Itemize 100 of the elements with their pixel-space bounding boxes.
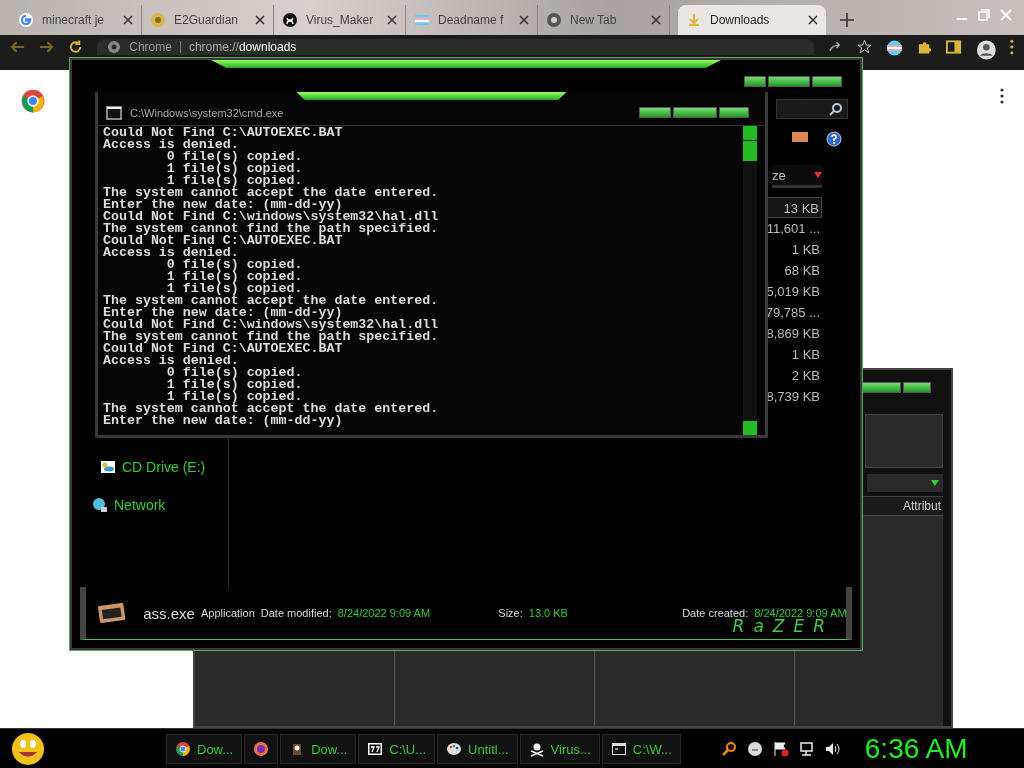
size-cell-text: 2 KB [790, 367, 821, 385]
folder-icon[interactable] [792, 131, 808, 143]
console-line: 1 file(s) copied. [166, 175, 303, 187]
size-cell-text: 8,869 KB [765, 325, 821, 343]
nav-label: Network [114, 497, 166, 513]
console-line: 1 file(s) copied. [165, 163, 304, 175]
console-line: Could Not Find C:\windows\system32\hal.dll [103, 319, 440, 331]
window-controls[interactable] [744, 76, 842, 87]
download-icon [686, 12, 702, 28]
clock[interactable]: 6:36 AM [864, 733, 968, 765]
search-field[interactable] [776, 99, 848, 119]
palette-icon [446, 741, 463, 757]
nav-label: CD Drive (E:) [122, 459, 206, 475]
console-line: Could Not Find C:\AUTOEXEC.BAT [103, 235, 343, 247]
console-line: Access is denied. [103, 247, 240, 259]
close-icon[interactable] [123, 15, 133, 25]
console-line: The system cannot accept the date entered. [103, 403, 440, 415]
taskbar-button[interactable]: C:\U... [358, 734, 436, 764]
field-label: Date created: [682, 607, 749, 619]
help-icon[interactable] [826, 131, 842, 147]
taskbar-button[interactable]: Untitl... [437, 734, 518, 764]
console-line: 1 file(s) copied. [165, 271, 304, 283]
google-g-icon [18, 12, 34, 28]
new-tab-icon[interactable] [840, 13, 854, 27]
skull-crossbones-icon [528, 741, 545, 757]
console-line: 1 file(s) copied. [166, 391, 303, 403]
console-line: Enter the new date: (mm-dd-yy) [103, 307, 343, 319]
nav-item[interactable]: CD Drive (E:) [92, 459, 228, 475]
console-line: 1 file(s) copied. [166, 283, 303, 295]
star-icon[interactable] [857, 39, 873, 55]
smiley-start-button[interactable] [10, 731, 46, 767]
caret-icon [931, 480, 939, 486]
console-line: The system cannot find the path specified. [103, 331, 440, 343]
console-line: 0 file(s) copied. [165, 259, 304, 271]
coin-icon [150, 12, 166, 28]
size-cell-text: 79,785 ... [764, 304, 821, 322]
field-label: Size: [498, 607, 523, 619]
window-title: C:\Windows\system32\cmd.exe [130, 106, 285, 119]
console-line: Access is denied. [103, 139, 240, 151]
sort-arrow-icon[interactable] [814, 172, 822, 178]
close-icon[interactable] [387, 15, 397, 25]
reload-icon[interactable] [68, 39, 84, 55]
profile-avatar-icon[interactable] [975, 39, 997, 61]
window-controls[interactable] [639, 107, 749, 118]
field-label: Date modified: [260, 607, 332, 619]
console-line: Could Not Find C:\AUTOEXEC.BAT [103, 127, 344, 139]
taskbar-button[interactable]: Virus... [519, 734, 600, 764]
disc-drive-icon [100, 459, 116, 475]
file-type: Application [200, 607, 255, 619]
console-line: The system cannot accept the date entered. [103, 187, 440, 199]
size-cell-text: 11,601 ... [765, 220, 821, 238]
razer-logo: RaZER [732, 616, 834, 636]
flag-icon[interactable] [772, 741, 789, 757]
console-line: The system cannot accept the date entered. [103, 295, 440, 307]
console-line: 1 file(s) copied. [165, 379, 304, 391]
close-icon[interactable] [255, 15, 265, 25]
speaker-icon[interactable] [824, 741, 841, 757]
address-bar[interactable]: Chrome chrome://downloads [97, 39, 815, 55]
taskbar-button[interactable]: Dow... [166, 734, 243, 764]
side-panel-icon[interactable] [946, 39, 962, 55]
close-icon[interactable] [808, 15, 818, 25]
chrome-logo-icon [20, 88, 46, 114]
console-line: Enter the new date: (mm-dd-yy) [103, 415, 344, 427]
console-line: Enter the new date: (mm-dd-yy) [103, 199, 343, 211]
back-arrow-icon[interactable] [10, 39, 26, 55]
taskbar-button[interactable]: Dow... [280, 734, 357, 764]
forward-arrow-icon[interactable] [39, 39, 55, 55]
field-value: 8/24/2022 9:09 AM [754, 607, 847, 619]
more-menu-icon[interactable] [1010, 39, 1015, 55]
field-value: 13.0 KB [528, 607, 568, 619]
size-cell-text: 8,739 KB [765, 388, 821, 406]
puzzle-piece-icon[interactable] [917, 39, 933, 55]
console-line: Could Not Find C:\AUTOEXEC.BAT [103, 343, 343, 355]
terminal-icon [106, 105, 122, 120]
nav-item[interactable]: Network [92, 497, 228, 513]
taskbar-button[interactable]: C:\W... [601, 734, 681, 764]
more-menu-icon[interactable] [1000, 88, 1004, 104]
console-line: The system cannot find the path specified. [103, 223, 440, 235]
file-name: ass.exe [143, 604, 195, 622]
console-line: 0 file(s) copied. [165, 151, 304, 163]
network-icon[interactable] [798, 741, 815, 757]
site-label: Chrome [129, 40, 172, 54]
striped-flag-icon[interactable] [886, 39, 904, 57]
console-line: Access is denied. [103, 355, 240, 367]
size-cell-text: 1 KB [790, 346, 821, 364]
striped-flag-icon [414, 12, 430, 28]
dropdown-field[interactable] [867, 474, 943, 492]
scrollbar[interactable] [743, 126, 757, 435]
close-icon[interactable] [651, 15, 661, 25]
terminal-icon [610, 741, 627, 757]
browser-tab[interactable]: Downloads [678, 5, 826, 35]
console-line: Could Not Find C:\windows\system32\hal.dll [103, 211, 440, 223]
size-cell-text: 68 KB [783, 262, 821, 280]
search-icon[interactable] [720, 741, 737, 757]
url-text: chrome://downloads [188, 40, 297, 54]
close-icon[interactable] [519, 15, 529, 25]
console-line: 0 file(s) copied. [165, 367, 304, 379]
field-value: 8/24/2022 9:09 AM [337, 607, 431, 619]
column-header[interactable]: Attribut [903, 499, 943, 513]
search-icon [829, 102, 843, 116]
